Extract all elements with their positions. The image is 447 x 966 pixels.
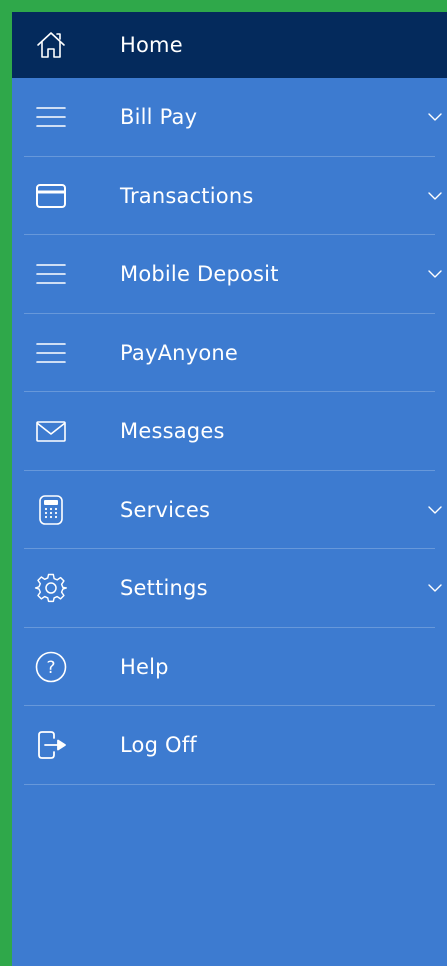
divider	[24, 783, 435, 785]
chevron-down-icon[interactable]	[427, 580, 443, 596]
menu-item-payanyone[interactable]: PayAnyone	[12, 314, 447, 392]
gear-icon	[34, 572, 68, 604]
chevron-down-icon[interactable]	[427, 266, 443, 282]
menu-item-mobile-deposit[interactable]: Mobile Deposit	[12, 235, 447, 314]
menu-item-label: Messages	[120, 419, 225, 444]
menu-item-label: Home	[120, 33, 183, 57]
help-circle-icon: ?	[35, 651, 67, 683]
menu-item-transactions[interactable]: Transactions	[12, 157, 447, 235]
logout-icon	[35, 729, 67, 761]
credit-card-icon	[35, 180, 67, 212]
menu-item-bill-pay[interactable]: Bill Pay	[12, 78, 447, 157]
navigation-menu: Home Bill Pay Transactions Mobile Deposi…	[12, 12, 447, 785]
menu-item-label: Log Off	[120, 733, 197, 758]
chevron-down-icon[interactable]	[427, 188, 443, 204]
menu-item-label: PayAnyone	[120, 340, 238, 365]
menu-item-messages[interactable]: Messages	[12, 392, 447, 471]
calculator-icon	[35, 494, 67, 526]
menu-lines-icon	[35, 101, 67, 133]
menu-lines-icon	[35, 337, 67, 369]
menu-item-label: Transactions	[120, 183, 254, 208]
home-icon	[35, 29, 67, 61]
menu-item-log-off[interactable]: Log Off	[12, 706, 447, 785]
menu-item-help[interactable]: ? Help	[12, 628, 447, 706]
menu-lines-icon	[35, 258, 67, 290]
menu-item-services[interactable]: Services	[12, 471, 447, 549]
svg-text:?: ?	[46, 658, 55, 678]
chevron-down-icon[interactable]	[427, 109, 443, 125]
menu-item-label: Mobile Deposit	[120, 262, 279, 287]
side-menu-panel: Home Bill Pay Transactions Mobile Deposi…	[12, 12, 447, 966]
envelope-icon	[35, 415, 67, 447]
menu-item-settings[interactable]: Settings	[12, 549, 447, 628]
menu-item-label: Bill Pay	[120, 105, 198, 130]
menu-item-label: Services	[120, 497, 211, 522]
menu-item-label: Help	[120, 654, 169, 679]
menu-item-home[interactable]: Home	[12, 12, 447, 78]
chevron-down-icon[interactable]	[427, 502, 443, 518]
menu-item-label: Settings	[120, 576, 208, 601]
